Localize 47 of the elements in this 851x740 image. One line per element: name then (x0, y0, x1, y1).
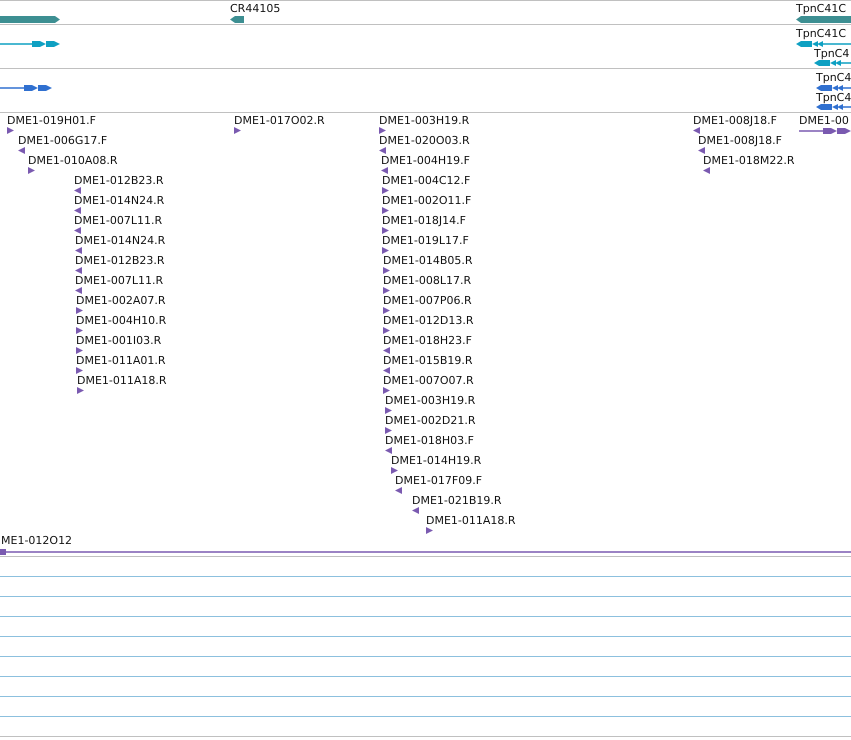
feature-label: DME1-012D13.R (383, 314, 474, 328)
feature-label: DME1-007P06.R (383, 294, 472, 308)
feature-label: DME1-004H10.R (76, 314, 166, 328)
feature-label: DME1-021B19.R (412, 494, 502, 508)
feature-label: DME1-012B23.R (74, 174, 164, 188)
feature-label: DME1-002A07.R (76, 294, 166, 308)
feature-label: DME1-011A01.R (76, 354, 166, 368)
feature-label: DME1-011A18.R (77, 374, 167, 388)
feature-label: DME1-004C12.F (382, 174, 470, 188)
feature-label: DME1-007O07.R (383, 374, 474, 388)
feature-label: TpnC4 (816, 91, 851, 105)
feature-label: DME1-014N24.R (75, 234, 166, 248)
feature-label: DME1-018M22.R (703, 154, 795, 168)
feature-label: DME1-008J18.F (693, 114, 777, 128)
feature-label: TpnC41C (796, 2, 846, 16)
feature-label: TpnC41C (796, 27, 846, 41)
feature-label: DME1-014B05.R (383, 254, 473, 268)
feature-label: DME1-006G17.F (18, 134, 108, 148)
feature-label: DME1-004H19.F (381, 154, 470, 168)
feature-label: DME1-019H01.F (7, 114, 96, 128)
feature-label: DME1-003H19.R (379, 114, 470, 128)
feature-label: DME1-015B19.R (383, 354, 473, 368)
feature-label: DME1-018H03.F (385, 434, 474, 448)
feature-label: DME1-011A18.R (426, 514, 516, 528)
feature-label: DME1-019L17.F (382, 234, 469, 248)
feature-label: DME1-003H19.R (385, 394, 476, 408)
feature-label: DME1-012B23.R (75, 254, 165, 268)
feature-label: DME1-007L11.R (75, 274, 164, 288)
feature-label: DME1-008J18.F (698, 134, 782, 148)
feature-label: DME1-018J14.F (382, 214, 466, 228)
feature-label: DME1-002O11.F (382, 194, 472, 208)
feature-label: DME1-014H19.R (391, 454, 482, 468)
feature-label: DME1-00 (799, 114, 849, 128)
feature-label: DME1-014N24.R (74, 194, 164, 208)
feature-label: TpnC4 (814, 47, 850, 61)
feature-label: DME1-007L11.R (74, 214, 162, 228)
feature-label: DME1-020O03.R (379, 134, 470, 148)
feature-label: CR44105 (230, 2, 280, 16)
feature-label: DME1-002D21.R (385, 414, 476, 428)
feature-label: DME1-001I03.R (76, 334, 162, 348)
feature-label: DME1-010A08.R (28, 154, 118, 168)
feature-label: TpnC4 (816, 71, 851, 85)
feature-label: DME1-017O02.R (234, 114, 325, 128)
feature-label: DME1-018H23.F (383, 334, 472, 348)
feature-label: ME1-012O12 (1, 534, 72, 548)
feature-label: DME1-008L17.R (383, 274, 472, 288)
feature-label: DME1-017F09.F (395, 474, 482, 488)
